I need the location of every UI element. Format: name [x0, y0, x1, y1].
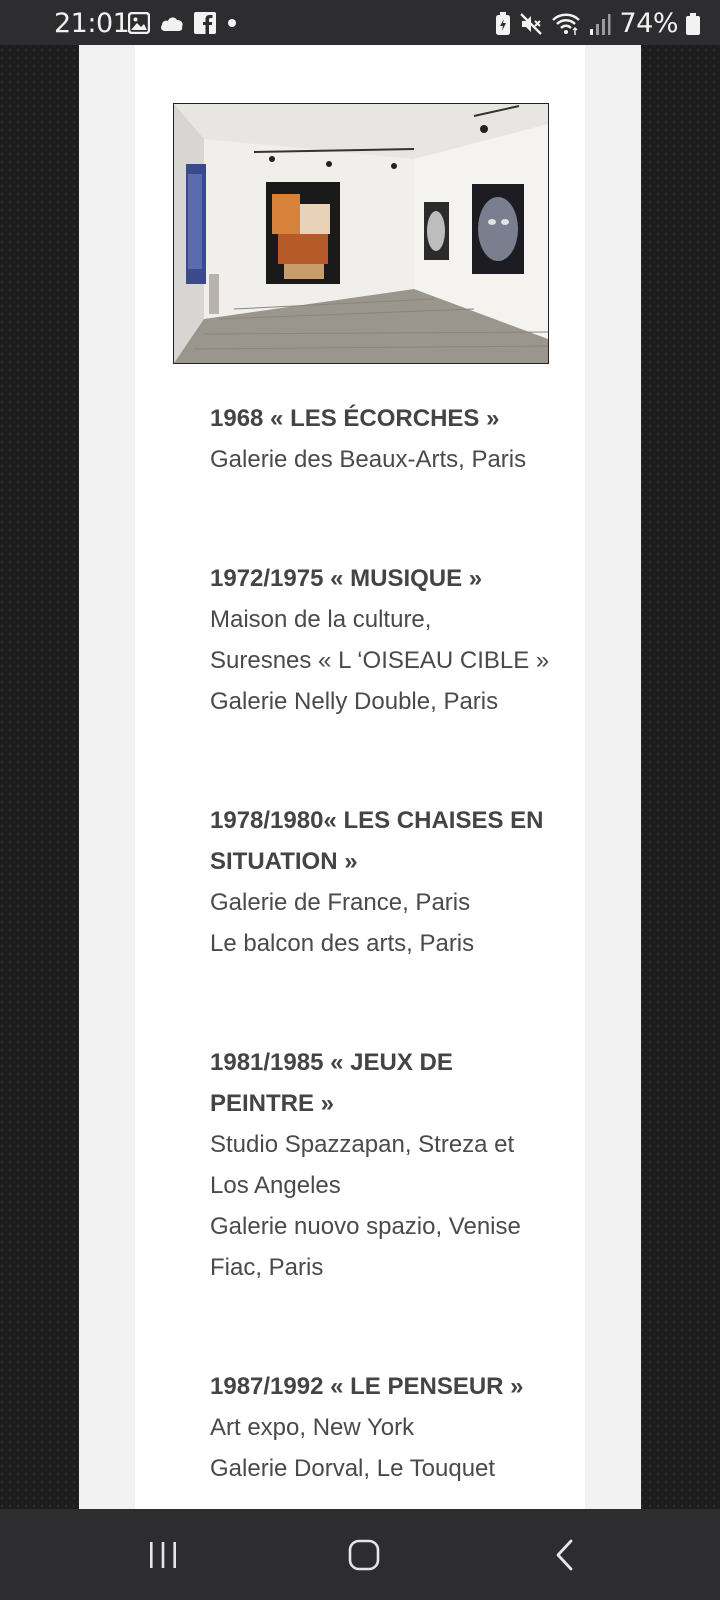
exhibition-entry: 1968 « LES ÉCORCHES » Galerie des Beaux-… — [210, 398, 555, 480]
exhibition-venue: Galerie Nelly Double, Paris — [210, 688, 499, 715]
exhibition-title: 1972/1975 « MUSIQUE » — [210, 565, 483, 592]
facebook-icon — [194, 12, 216, 34]
exhibition-venue: Suresnes « L ‘OISEAU CIBLE » — [210, 647, 550, 674]
exhibition-entry: 1978/1980« LES CHAISES EN SITUATION » Ga… — [210, 800, 555, 964]
dot-icon — [228, 19, 236, 27]
navigation-bar — [0, 1509, 720, 1600]
exhibition-title: 1968 « LES ÉCORCHES » — [210, 405, 500, 432]
exhibition-title: 1981/1985 « JEUX DE PEINTRE » — [210, 1049, 453, 1117]
exhibition-venue: Maison de la culture, — [210, 606, 432, 633]
exhibition-venue: Art expo, New York — [210, 1414, 415, 1441]
battery-icon — [686, 12, 700, 35]
home-icon — [348, 1539, 380, 1571]
gallery-photo-image — [174, 104, 548, 363]
cloud-icon — [161, 17, 183, 31]
exhibition-venue: Fiac, Paris — [210, 1254, 324, 1281]
recent-apps-button[interactable] — [138, 1533, 188, 1577]
exhibition-venue: Galerie Dorval, Le Touquet — [210, 1455, 496, 1482]
notification-icons — [128, 12, 239, 34]
exhibition-venue: Galerie de France, Paris — [210, 889, 471, 916]
wifi-icon — [552, 13, 581, 35]
exhibition-entry: 1981/1985 « JEUX DE PEINTRE » Studio Spa… — [210, 1042, 555, 1288]
home-button[interactable] — [339, 1533, 389, 1577]
battery-percentage: 74% — [619, 8, 678, 39]
back-icon — [556, 1539, 573, 1571]
exhibition-venue: Galerie des Beaux-Arts, Paris — [210, 446, 527, 473]
gallery-room-photo[interactable] — [173, 103, 549, 364]
gallery-icon — [128, 12, 150, 34]
recent-apps-icon — [150, 1542, 176, 1568]
page-margin: 1968 « LES ÉCORCHES » Galerie des Beaux-… — [79, 45, 641, 1509]
exhibition-venue: Galerie nuovo spazio, Venise — [210, 1213, 521, 1240]
exhibition-title: 1987/1992 « LE PENSEUR » — [210, 1373, 524, 1400]
mute-icon — [520, 12, 543, 35]
back-button[interactable] — [540, 1533, 590, 1577]
battery-saver-icon — [496, 11, 511, 35]
status-bar: 21:01 74% — [0, 0, 720, 45]
exhibition-entry: 1987/1992 « LE PENSEUR » Art expo, New Y… — [210, 1366, 555, 1489]
page-content: 1968 « LES ÉCORCHES » Galerie des Beaux-… — [135, 45, 585, 1509]
exhibition-list: 1968 « LES ÉCORCHES » Galerie des Beaux-… — [210, 398, 555, 1509]
exhibition-venue: Studio Spazzapan, Streza et Los Angeles — [210, 1131, 515, 1199]
signal-icon — [590, 13, 611, 35]
exhibition-title: 1978/1980« LES CHAISES EN SITUATION » — [210, 807, 544, 875]
system-indicators: 74% — [495, 8, 700, 39]
exhibition-entry: 1972/1975 « MUSIQUE » Maison de la cultu… — [210, 558, 555, 722]
status-time: 21:01 — [54, 8, 130, 39]
exhibition-venue: Le balcon des arts, Paris — [210, 930, 475, 957]
